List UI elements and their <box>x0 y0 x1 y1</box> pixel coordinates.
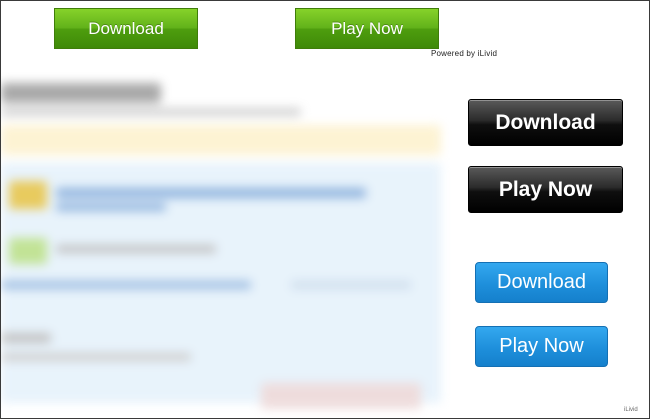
download-button-green[interactable]: Download <box>54 8 198 49</box>
play-now-button-label: Play Now <box>331 18 403 38</box>
download-button-label: Download <box>497 271 586 293</box>
play-now-button-label: Play Now <box>498 177 593 201</box>
play-now-button-blue[interactable]: Play Now <box>475 326 608 367</box>
blurred-background-page <box>1 63 441 418</box>
powered-by-text: Powered by iLivid <box>431 49 498 58</box>
play-now-button-label: Play Now <box>499 335 584 357</box>
download-button-black[interactable]: Download <box>468 99 623 146</box>
ad-banner: Download Play Now Powered by iLivid Down… <box>0 0 650 419</box>
ilivid-footer-mark: iLivid <box>624 407 638 413</box>
play-now-button-green[interactable]: Play Now <box>295 8 439 49</box>
play-now-button-black[interactable]: Play Now <box>468 166 623 213</box>
download-button-label: Download <box>88 18 164 38</box>
download-button-label: Download <box>495 110 596 134</box>
download-button-blue[interactable]: Download <box>475 262 608 303</box>
